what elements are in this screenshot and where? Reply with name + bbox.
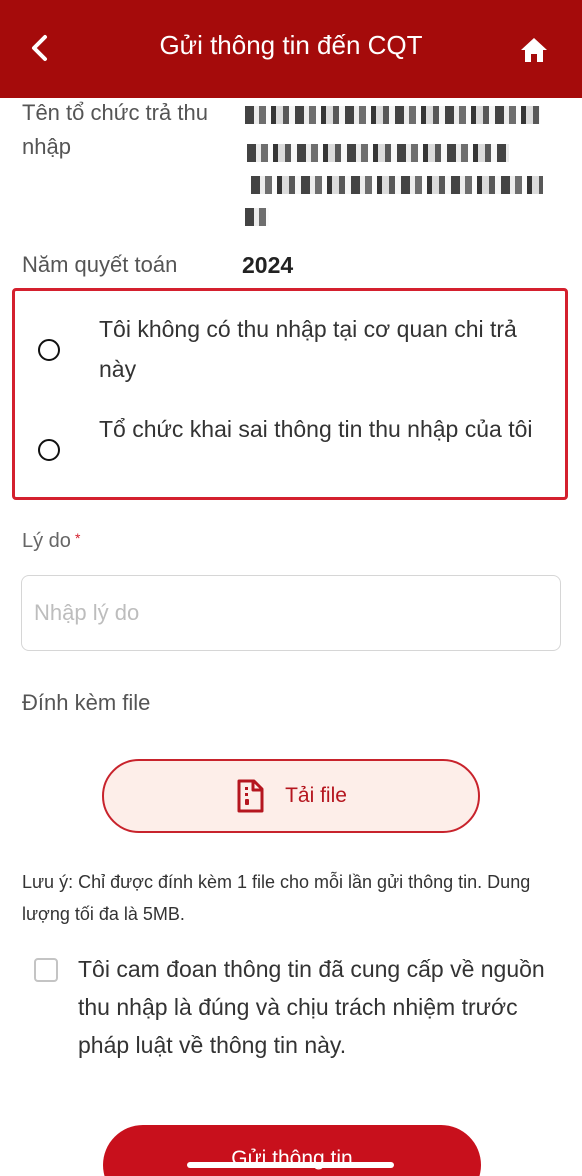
upload-file-button[interactable]: Tải file	[102, 759, 480, 833]
reason-options-group: Tôi không có thu nhập tại cơ quan chi tr…	[12, 288, 568, 500]
commitment-row[interactable]: Tôi cam đoan thông tin đã cung cấp về ng…	[34, 950, 574, 1070]
option-no-income[interactable]: Tôi không có thu nhập tại cơ quan chi tr…	[15, 301, 565, 391]
commitment-checkbox[interactable]	[34, 958, 58, 982]
send-info-screen: Gửi thông tin đến CQT Tên tổ chức trả th…	[0, 0, 582, 1176]
home-button[interactable]	[514, 30, 554, 70]
year-label: Năm quyết toán	[22, 252, 178, 277]
attachment-label: Đính kèm file	[22, 690, 151, 715]
attachment-note: Lưu ý: Chỉ được đính kèm 1 file cho mỗi …	[22, 872, 531, 924]
required-mark: *	[74, 530, 81, 546]
option-label: Tổ chức khai sai thông tin thu nhập của …	[99, 416, 533, 442]
submit-button[interactable]: Gửi thông tin	[103, 1125, 481, 1176]
upload-file-label: Tải file	[285, 784, 347, 807]
year-value: 2024	[242, 252, 294, 278]
home-icon	[521, 38, 547, 62]
org-name-redacted	[245, 98, 555, 228]
option-wrong-info[interactable]: Tổ chức khai sai thông tin thu nhập của …	[15, 401, 565, 491]
page-title: Gửi thông tin đến CQT	[159, 30, 423, 60]
reason-label-text: Lý do	[22, 530, 71, 552]
file-icon	[237, 779, 264, 813]
commitment-text: Tôi cam đoan thông tin đã cung cấp về ng…	[78, 956, 545, 1058]
option-label: Tôi không có thu nhập tại cơ quan chi tr…	[99, 316, 517, 382]
reason-label: Lý do *	[22, 530, 80, 553]
org-label: Tên tổ chức trả thu nhập	[22, 100, 208, 159]
radio-button[interactable]	[38, 439, 60, 461]
app-header: Gửi thông tin đến CQT	[0, 0, 582, 98]
home-indicator	[187, 1162, 394, 1168]
radio-button[interactable]	[38, 339, 60, 361]
reason-input[interactable]	[21, 575, 561, 651]
